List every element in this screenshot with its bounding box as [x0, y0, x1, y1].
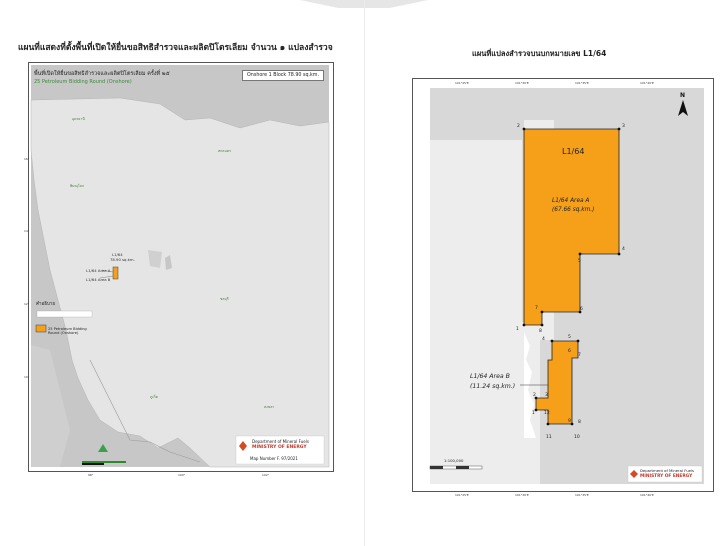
- svg-text:3: 3: [622, 123, 625, 129]
- svg-text:7: 7: [578, 352, 581, 358]
- svg-text:7: 7: [535, 305, 538, 311]
- svg-text:101°35'E: 101°35'E: [575, 81, 589, 85]
- area-a-size: (67.66 sq.km.): [552, 207, 595, 213]
- svg-text:2: 2: [533, 392, 536, 398]
- svg-text:3: 3: [545, 392, 548, 398]
- svg-text:101°40'E: 101°40'E: [640, 493, 654, 497]
- svg-text:101°25'E: 101°25'E: [455, 81, 469, 85]
- svg-text:2: 2: [517, 123, 520, 129]
- svg-text:101°40'E: 101°40'E: [640, 81, 654, 85]
- svg-text:10: 10: [574, 434, 580, 440]
- svg-text:1: 1: [516, 326, 519, 332]
- area-b-title: L1/64 Area B: [470, 373, 510, 380]
- svg-text:101°35'E: 101°35'E: [575, 493, 589, 497]
- area-b-size: (11.24 sq.km.): [470, 382, 516, 390]
- svg-text:6: 6: [568, 348, 571, 354]
- svg-text:8: 8: [578, 419, 581, 425]
- svg-text:101°30'E: 101°30'E: [515, 81, 529, 85]
- scale-label: 1:100,000: [444, 458, 464, 463]
- svg-text:1: 1: [532, 410, 535, 416]
- svg-text:4: 4: [542, 336, 545, 342]
- svg-text:8: 8: [539, 328, 542, 334]
- north-arrow-icon: N: [680, 92, 686, 99]
- block-title: L1/64: [562, 147, 585, 156]
- right-ministry: MINISTRY OF ENERGY: [640, 474, 693, 479]
- svg-text:9: 9: [568, 418, 571, 424]
- area-b-label: L1/64 Area B (11.24 sq.km.): [470, 372, 515, 391]
- area-a-title: L1/64 Area A: [552, 198, 590, 204]
- svg-text:5: 5: [578, 258, 581, 264]
- svg-text:101°30'E: 101°30'E: [515, 493, 529, 497]
- svg-text:5: 5: [568, 334, 571, 340]
- right-map-graphic: 2 34 567 81 4 57 62 3 1219 811 10 101°25'E 10…: [429, 81, 704, 497]
- svg-text:4: 4: [622, 246, 625, 252]
- svg-text:12: 12: [544, 410, 550, 416]
- right-org-name: Department of Mineral Fuels: [640, 468, 695, 473]
- svg-text:11: 11: [546, 434, 552, 440]
- svg-text:6: 6: [580, 306, 583, 312]
- svg-text:101°25'E: 101°25'E: [455, 493, 469, 497]
